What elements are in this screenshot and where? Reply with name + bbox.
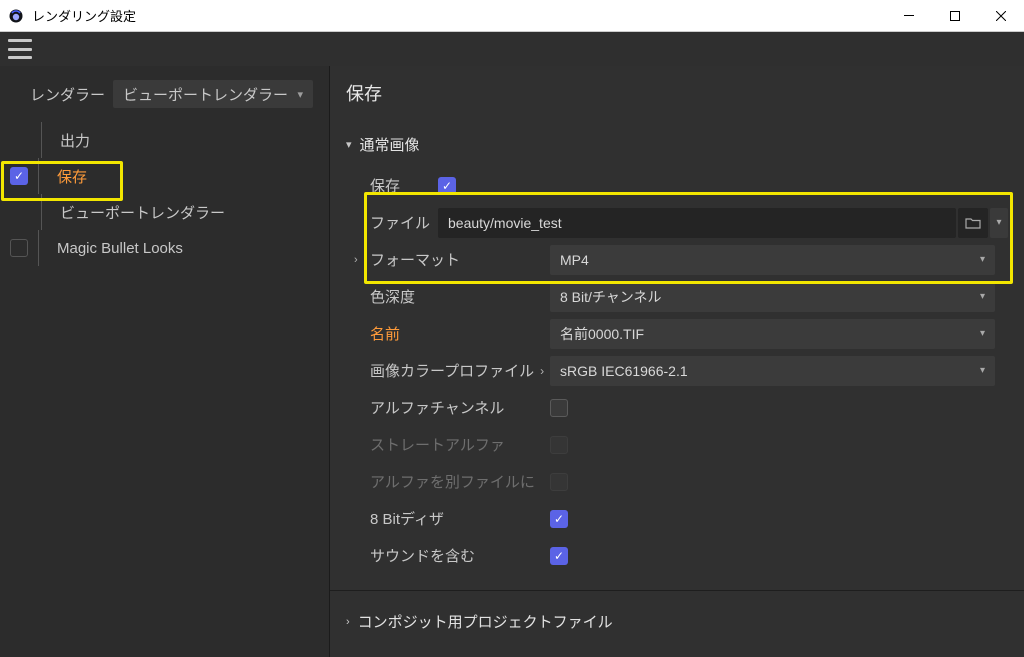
tree-item-label: Magic Bullet Looks [57,240,183,257]
alpha-channel-label: アルファチャンネル [370,397,550,418]
app-icon [8,8,24,24]
chevron-down-icon: ▾ [980,365,985,376]
save-checkbox[interactable]: ✓ [438,177,456,195]
tree-item-output[interactable]: 出力 [0,122,329,158]
chevron-right-icon: › [354,254,368,266]
save-label: 保存 [370,175,438,196]
alpha-separate-checkbox [550,473,568,491]
tree-item-checkbox[interactable]: ✓ [10,167,28,185]
file-path-input[interactable]: beauty/movie_test [438,208,956,238]
alpha-channel-checkbox[interactable] [550,399,568,417]
tree-item-label: ビューポートレンダラー [60,202,225,223]
file-path-value: beauty/movie_test [448,215,562,231]
window-titlebar: レンダリング設定 [0,0,1024,32]
format-select[interactable]: MP4 ▾ [550,245,995,275]
file-options-button[interactable]: ▾ [990,208,1008,238]
color-profile-select[interactable]: sRGB IEC61966-2.1 ▾ [550,356,995,386]
tree-item-checkbox[interactable] [10,239,28,257]
chevron-right-icon: › [346,616,350,628]
name-value: 名前0000.TIF [560,324,980,344]
straight-alpha-label: ストレートアルファ [370,434,550,455]
depth-label: 色深度 [370,286,550,307]
section-header-composite[interactable]: › コンポジット用プロジェクトファイル [344,605,1024,644]
color-profile-value: sRGB IEC61966-2.1 [560,363,980,379]
tree-item-label: 保存 [57,166,87,187]
sidebar: レンダラー ビューポートレンダラー ▾ 出力 ✓ 保存 ビューポートレンダラー [0,66,330,657]
section-header-label: 通常画像 [360,134,420,155]
tree-item-viewport-renderer[interactable]: ビューポートレンダラー [0,194,329,230]
alpha-separate-label: アルファを別ファイルに [370,471,550,492]
window-title: レンダリング設定 [32,6,886,25]
color-profile-label: 画像カラープロファイル › [370,360,550,381]
include-sound-label: サウンドを含む [370,545,550,566]
chevron-down-icon: ▾ [980,291,985,302]
straight-alpha-checkbox [550,436,568,454]
file-label: ファイル [370,212,438,233]
window-maximize-button[interactable] [932,0,978,32]
tree-item-magic-bullet[interactable]: Magic Bullet Looks [0,230,329,266]
panel-title: 保存 [344,80,1008,106]
window-minimize-button[interactable] [886,0,932,32]
tree-item-save[interactable]: ✓ 保存 [0,158,329,194]
chevron-down-icon: ▾ [980,328,985,339]
menu-icon[interactable] [8,39,32,59]
section-header-regular-image[interactable]: ▾ 通常画像 [344,128,1008,167]
chevron-down-icon: ▾ [980,254,985,265]
include-sound-checkbox[interactable]: ✓ [550,547,568,565]
settings-panel: 保存 ▾ 通常画像 保存 ✓ ファイル beauty/movie_test [330,66,1024,657]
renderer-select-value: ビューポートレンダラー [123,84,288,105]
format-value: MP4 [560,252,980,268]
chevron-down-icon: ▾ [297,88,303,101]
format-label: › フォーマット [370,249,550,270]
chevron-down-icon: ▾ [346,138,352,151]
name-select[interactable]: 名前0000.TIF ▾ [550,319,995,349]
name-label: 名前 [370,323,550,344]
section-header-label: コンポジット用プロジェクトファイル [358,611,613,632]
tree-item-label: 出力 [60,130,90,151]
chevron-right-icon: › [540,364,544,378]
depth-select[interactable]: 8 Bit/チャンネル ▾ [550,282,995,312]
window-close-button[interactable] [978,0,1024,32]
depth-value: 8 Bit/チャンネル [560,287,980,307]
browse-folder-button[interactable] [958,208,988,238]
renderer-label: レンダラー [30,84,105,105]
settings-tree: 出力 ✓ 保存 ビューポートレンダラー Magic Bullet Looks [0,118,329,270]
dither-checkbox[interactable]: ✓ [550,510,568,528]
renderer-select[interactable]: ビューポートレンダラー ▾ [113,80,313,108]
dither-label: 8 Bitディザ [370,508,550,529]
toolbar [0,32,1024,66]
